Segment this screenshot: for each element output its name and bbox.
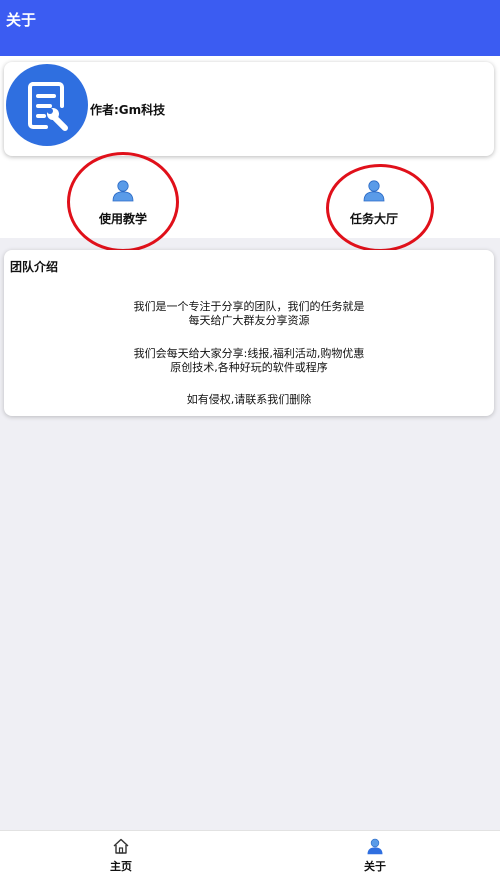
home-icon <box>113 838 129 854</box>
bottom-tab-bar: 主页 关于 <box>0 830 500 877</box>
document-wrench-icon <box>6 64 88 146</box>
about-page: 关于 作者:Gm科技 使用教学 任务大厅 团队介绍 我们是一个专注于分享的团队，… <box>0 0 500 877</box>
team-intro-title: 团队介绍 <box>10 260 59 274</box>
team-intro-line: 原创技术,各种好玩的软件或程序 <box>170 361 328 374</box>
tab-about-label: 关于 <box>364 860 386 873</box>
red-annotation-circle <box>326 164 434 252</box>
red-annotation-circle <box>67 152 179 252</box>
top-header: 关于 <box>0 0 500 56</box>
team-intro-line: 我们会每天给大家分享:线报,福利活动,购物优惠 <box>133 347 365 360</box>
team-intro-card: 团队介绍 我们是一个专注于分享的团队，我们的任务就是 每天给广大群友分享资源 我… <box>4 250 494 416</box>
page-title: 关于 <box>6 11 37 29</box>
team-intro-line: 每天给广大群友分享资源 <box>188 314 310 327</box>
person-icon <box>367 838 383 855</box>
team-intro-line: 我们是一个专注于分享的团队，我们的任务就是 <box>133 300 365 313</box>
tab-home[interactable]: 主页 <box>81 831 161 877</box>
tab-about[interactable]: 关于 <box>335 831 415 877</box>
author-name: 作者:Gm科技 <box>90 103 166 117</box>
tab-home-label: 主页 <box>110 860 132 873</box>
team-intro-line: 如有侵权,请联系我们删除 <box>186 393 312 406</box>
